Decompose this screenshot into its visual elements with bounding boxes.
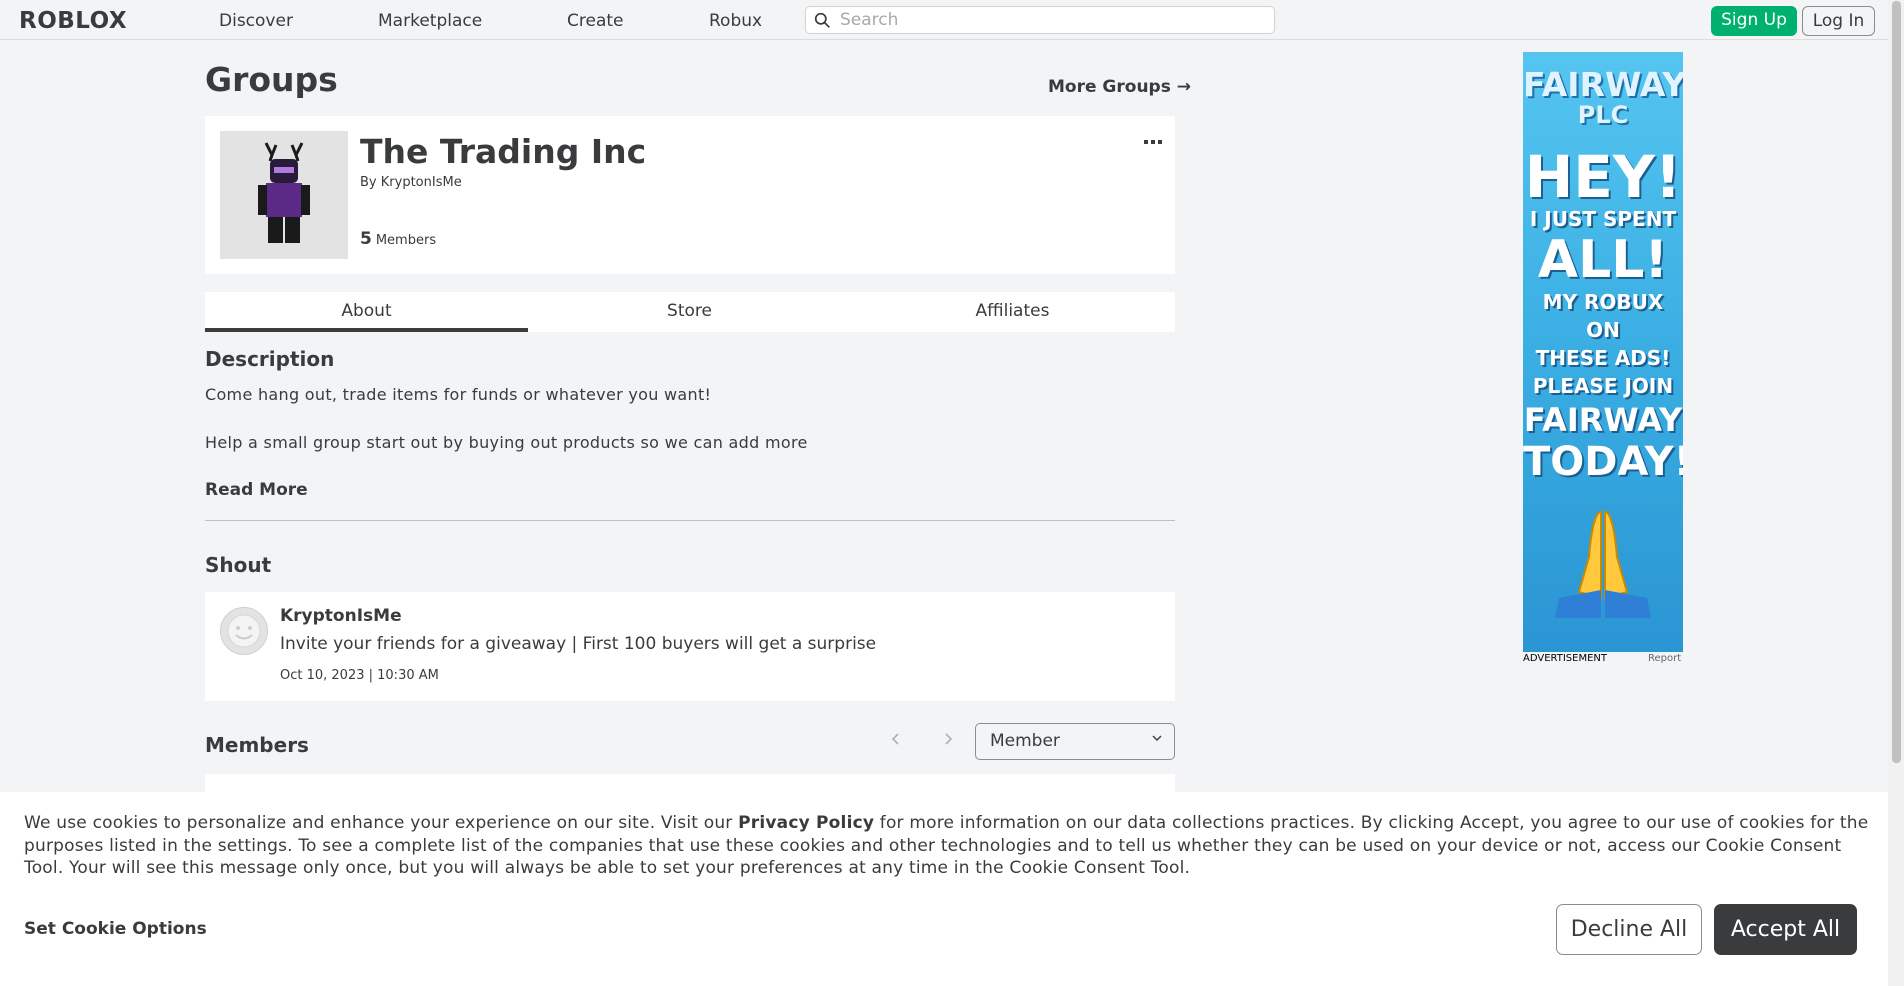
ad-line: PLEASE JOIN: [1532, 374, 1674, 398]
group-name: The Trading Inc: [360, 132, 647, 171]
section-divider: [205, 520, 1175, 521]
advertisement-banner[interactable]: FAIRWAY PLC HEY! I JUST SPENT ALL! MY RO…: [1523, 52, 1683, 652]
ad-line: ALL!: [1537, 230, 1669, 290]
shout-card: KryptonIsMe Invite your friends for a gi…: [205, 592, 1175, 701]
chevron-down-icon: [1152, 735, 1162, 741]
group-header-card: The Trading Inc By KryptonIsMe 5 Members: [205, 116, 1175, 274]
member-count-label: Members: [375, 233, 437, 248]
tab-affiliates[interactable]: Affiliates: [851, 292, 1174, 332]
roblox-logo[interactable]: ROBLOX: [19, 8, 127, 34]
praying-hands-icon: [1555, 510, 1651, 618]
cookie-text-before: We use cookies to personalize and enhanc…: [24, 813, 739, 833]
ad-line: HEY!: [1524, 143, 1682, 211]
group-emblem: [220, 131, 348, 259]
tab-about[interactable]: About: [205, 292, 528, 332]
chevron-left-icon[interactable]: [890, 730, 902, 751]
group-owner-link[interactable]: KryptonIsMe: [381, 175, 462, 190]
ad-brand-sub: PLC: [1577, 101, 1629, 129]
scrollbar-thumb[interactable]: [1892, 1, 1901, 763]
role-select-dropdown[interactable]: Member: [975, 723, 1175, 760]
group-avatar-image: [258, 142, 310, 243]
shout-heading: Shout: [205, 553, 272, 577]
top-navigation-bar: ROBLOX Discover Marketplace Create Robux…: [0, 0, 1888, 40]
role-select-value: Member: [990, 731, 1060, 751]
members-heading: Members: [205, 733, 309, 757]
description-heading: Description: [205, 347, 335, 371]
avatar[interactable]: [220, 607, 268, 655]
accept-all-button[interactable]: Accept All: [1714, 904, 1857, 955]
by-label: By: [360, 175, 377, 190]
decline-all-button[interactable]: Decline All: [1556, 904, 1702, 955]
ellipsis-icon[interactable]: [1144, 131, 1162, 150]
vertical-scrollbar[interactable]: [1888, 0, 1904, 986]
group-member-count: 5 Members: [360, 229, 436, 249]
group-owner-line: By KryptonIsMe: [360, 175, 462, 190]
cookie-message: We use cookies to personalize and enhanc…: [24, 812, 1874, 880]
ad-brand: FAIRWAY: [1523, 65, 1683, 104]
ad-report-link[interactable]: Report: [1648, 653, 1681, 664]
ad-label: ADVERTISEMENT: [1523, 653, 1608, 664]
ad-line: THESE ADS!: [1535, 346, 1671, 370]
search-input[interactable]: [840, 7, 1260, 33]
log-in-button[interactable]: Log In: [1802, 6, 1875, 36]
member-count-value: 5: [360, 229, 372, 249]
search-icon: [814, 12, 830, 28]
description-line: Come hang out, trade items for funds or …: [205, 385, 712, 404]
nav-robux[interactable]: Robux: [709, 11, 762, 31]
shout-timestamp: Oct 10, 2023 | 10:30 AM: [280, 668, 439, 683]
page-title: Groups: [205, 60, 338, 99]
description-line: Help a small group start out by buying o…: [205, 433, 808, 452]
ad-line: FAIRWAY: [1523, 401, 1683, 439]
ad-line: MY ROBUX ON: [1542, 290, 1664, 342]
read-more-link[interactable]: Read More: [205, 480, 308, 500]
ad-line: I JUST SPENT: [1529, 207, 1677, 231]
set-cookie-options-link[interactable]: Set Cookie Options: [24, 919, 207, 939]
sign-up-button[interactable]: Sign Up: [1711, 6, 1797, 36]
group-tabs: About Store Affiliates: [205, 292, 1175, 332]
nav-discover[interactable]: Discover: [219, 11, 293, 31]
tab-store[interactable]: Store: [528, 292, 851, 332]
ad-line: TODAY!: [1523, 439, 1683, 485]
nav-marketplace[interactable]: Marketplace: [378, 11, 482, 31]
cookie-consent-banner: We use cookies to personalize and enhanc…: [0, 792, 1888, 986]
privacy-policy-link[interactable]: Privacy Policy: [738, 813, 874, 833]
chevron-right-icon[interactable]: [942, 730, 954, 751]
search-box: [805, 6, 1275, 34]
shout-message: Invite your friends for a giveaway | Fir…: [280, 634, 877, 654]
shout-author-link[interactable]: KryptonIsMe: [280, 606, 402, 626]
members-list: [205, 774, 1175, 794]
nav-create[interactable]: Create: [567, 11, 624, 31]
more-groups-link[interactable]: More Groups →: [1048, 77, 1191, 97]
